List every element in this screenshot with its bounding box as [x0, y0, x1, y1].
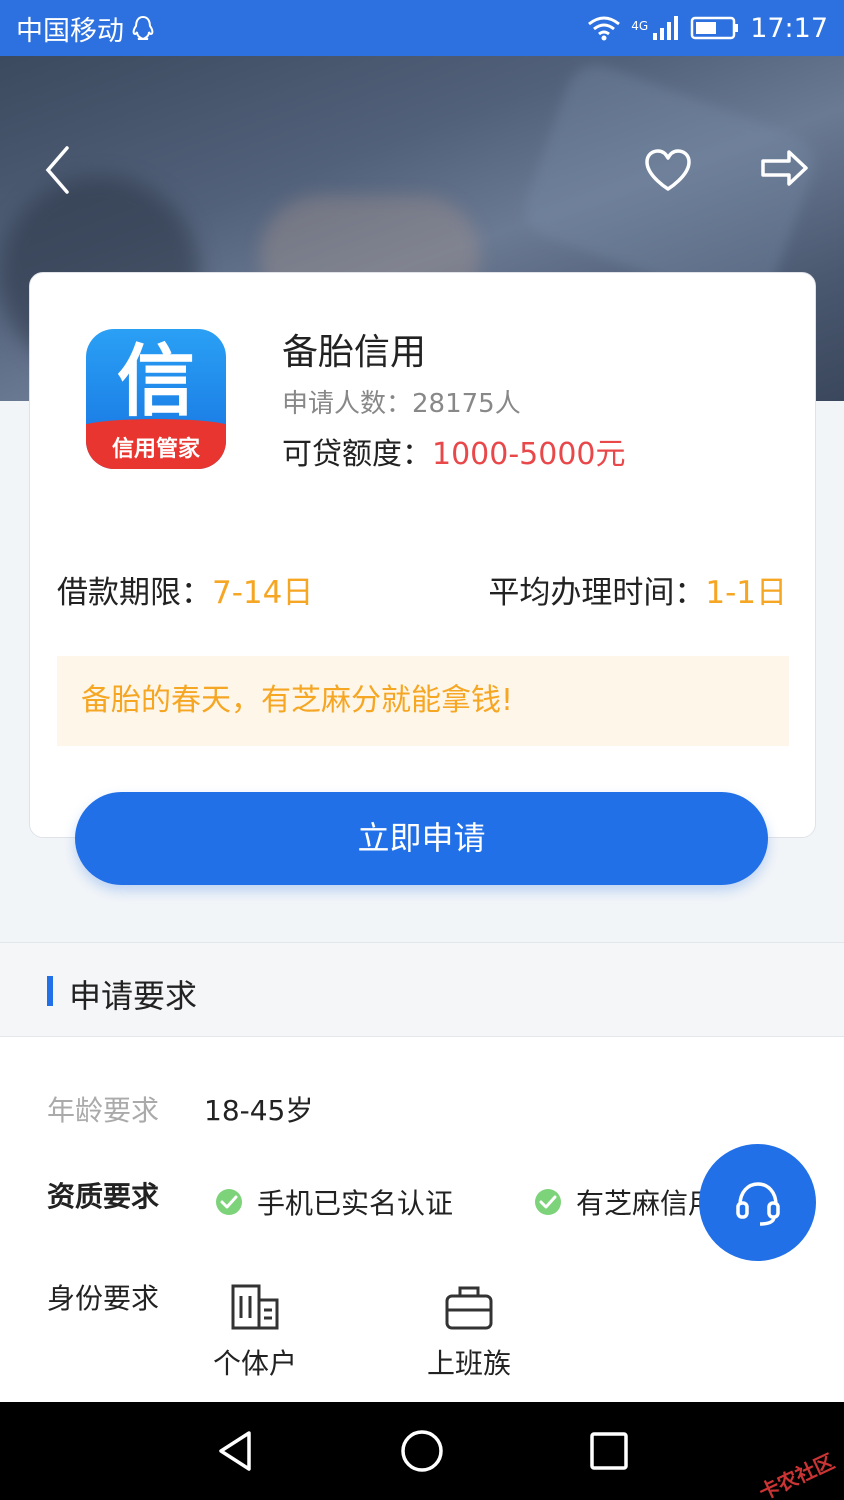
- nav-home-button[interactable]: [397, 1426, 447, 1476]
- qq-notification-icon: [132, 15, 154, 40]
- watermark: 卡农社区: [755, 1449, 838, 1500]
- nav-recents-button[interactable]: [584, 1426, 634, 1476]
- qualification-text: 手机已实名认证: [257, 1187, 454, 1220]
- product-card: 信 信用管家 备胎信用 申请人数：28175人 可贷额度：1000-5000元 …: [29, 272, 816, 838]
- building-icon: [231, 1284, 279, 1330]
- term-label: 借款期限：: [57, 575, 212, 611]
- logo-caption: 信用管家: [86, 431, 226, 469]
- requirements-header: 申请要求: [0, 942, 844, 1037]
- status-bar: 中国移动 4G 17:17: [0, 0, 844, 56]
- identity-item-office-worker: 上班族: [414, 1282, 524, 1382]
- customer-support-button[interactable]: [699, 1144, 816, 1261]
- apply-now-button[interactable]: 立即申请: [75, 792, 768, 885]
- identity-label: 身份要求: [47, 1282, 160, 1315]
- qualification-text: 有芝麻信用: [576, 1187, 717, 1220]
- check-circle-icon: [216, 1189, 242, 1215]
- identity-text: 上班族: [426, 1347, 511, 1380]
- check-circle-icon: [535, 1189, 561, 1215]
- logo-glyph: 信: [116, 337, 195, 427]
- product-slogan: 备胎的春天，有芝麻分就能拿钱!: [57, 656, 789, 746]
- battery-icon: [690, 16, 739, 40]
- qualification-item: 有芝麻信用: [534, 1182, 716, 1222]
- share-arrow-icon: [761, 150, 808, 186]
- term-value: 7-14日: [212, 575, 314, 611]
- share-button[interactable]: [756, 142, 812, 198]
- signal-icon: [653, 16, 679, 40]
- carrier-name: 中国移动: [16, 15, 124, 47]
- applicants-count: 申请人数：28175人: [282, 383, 521, 420]
- applicants-label: 申请人数：: [282, 389, 413, 419]
- product-name: 备胎信用: [282, 332, 427, 373]
- identity-item-self-employed: 个体户: [200, 1282, 310, 1382]
- network-type: 4G: [631, 18, 649, 33]
- status-indicators: 4G 17:17: [587, 13, 828, 44]
- circle-home-icon: [401, 1430, 443, 1472]
- system-nav-bar: 卡农社区: [0, 1402, 844, 1500]
- avg-time-label: 平均办理时间：: [488, 575, 706, 611]
- square-recents-icon: [590, 1432, 628, 1470]
- clock: 17:17: [750, 12, 828, 44]
- identity-text: 个体户: [212, 1347, 297, 1380]
- age-requirement-value: 18-45岁: [204, 1094, 314, 1127]
- average-processing-time: 平均办理时间：1-1日: [488, 567, 787, 612]
- nav-back-button[interactable]: [210, 1426, 260, 1476]
- carrier: 中国移动: [16, 9, 156, 48]
- briefcase-icon: [445, 1286, 493, 1330]
- amount-value: 1000-5000元: [432, 437, 626, 472]
- age-requirement-label: 年龄要求: [47, 1094, 160, 1127]
- loan-amount: 可贷额度：1000-5000元: [282, 429, 626, 473]
- back-button[interactable]: [30, 142, 86, 198]
- qualification-item: 手机已实名认证: [215, 1182, 453, 1222]
- amount-label: 可贷额度：: [282, 437, 432, 472]
- avg-time-value: 1-1日: [705, 575, 787, 611]
- section-accent-bar: [47, 976, 53, 1006]
- heart-icon: [645, 149, 691, 191]
- chevron-left-icon: [45, 146, 69, 194]
- headset-icon: [735, 1181, 780, 1226]
- app-logo: 信 信用管家: [86, 329, 226, 469]
- loan-term: 借款期限：7-14日: [57, 567, 313, 612]
- section-title: 申请要求: [69, 977, 198, 1015]
- triangle-back-icon: [219, 1431, 251, 1471]
- favorite-button[interactable]: [640, 142, 696, 198]
- qualification-label: 资质要求: [47, 1180, 160, 1213]
- wifi-icon: [588, 16, 621, 41]
- applicants-value: 28175人: [412, 389, 521, 419]
